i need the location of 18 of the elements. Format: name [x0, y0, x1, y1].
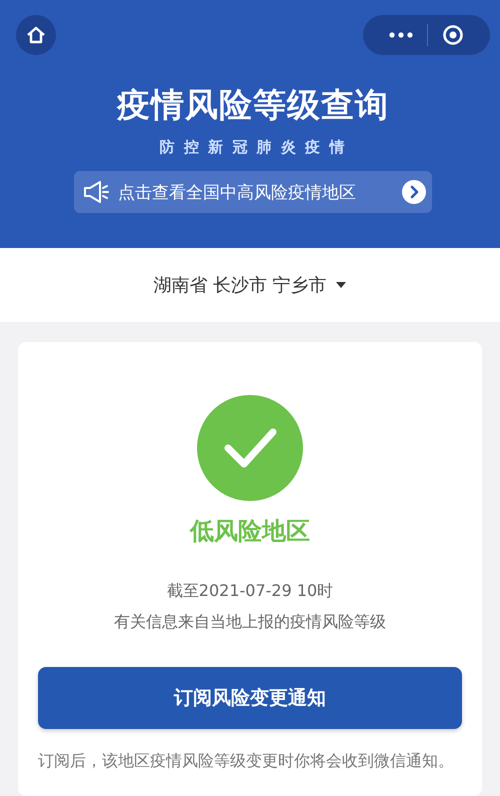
more-icon: [389, 32, 413, 38]
page-title: 疫情风险等级查询: [117, 84, 389, 126]
caret-icon: [334, 281, 347, 289]
risk-level: 低风险地区: [190, 516, 310, 547]
megaphone-icon: [82, 179, 110, 205]
update-time: 截至2021-07-29 10时: [166, 581, 334, 602]
chevron-icon: [402, 180, 426, 204]
source-note: 有关信息来自当地上报的疫情风险等级: [114, 612, 386, 633]
location-selector[interactable]: 湖南省 长沙市 宁乡市: [149, 269, 351, 301]
home-icon: [26, 25, 46, 45]
page-subtitle: 防 控 新 冠 肺 炎 疫 情: [160, 138, 346, 157]
notice-text: 点击查看全国中高风险疫情地区: [118, 182, 357, 204]
subscribe-button[interactable]: 订阅风险变更通知: [38, 667, 462, 729]
home-button[interactable]: [16, 15, 56, 55]
target-icon: [442, 24, 464, 46]
subscribe-note: 订阅后，该地区疫情风险等级变更时你将会收到微信通知。: [38, 750, 455, 772]
check-icon: [197, 395, 303, 501]
notice-bar[interactable]: 点击查看全国中高风险疫情地区: [74, 171, 432, 213]
